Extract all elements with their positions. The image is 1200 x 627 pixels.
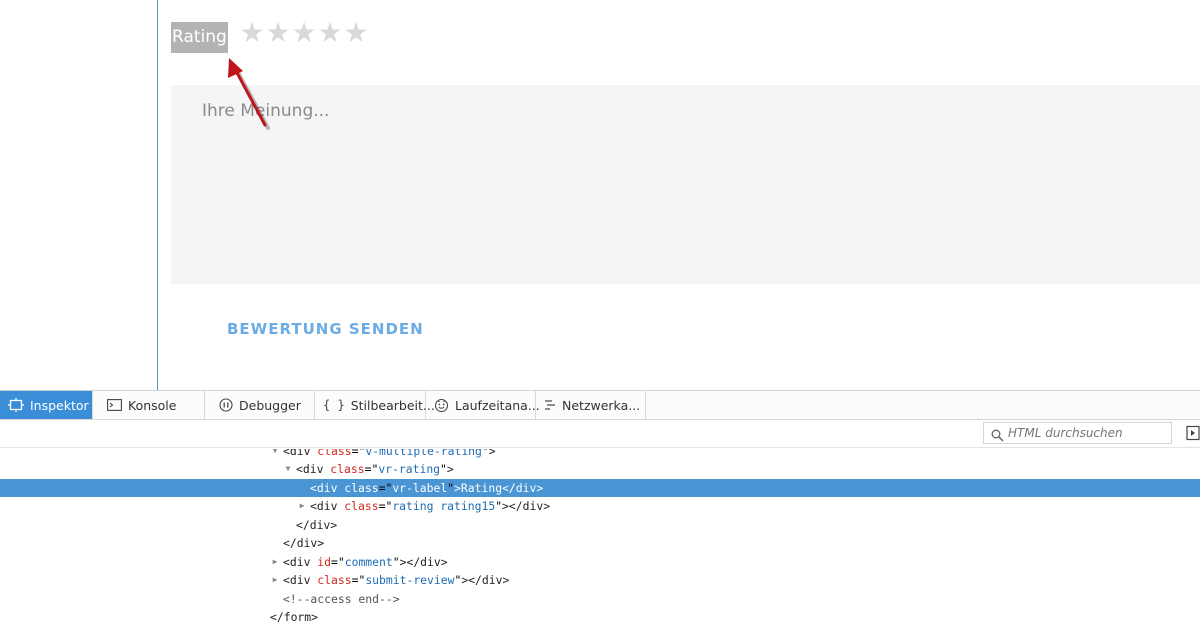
closing-tag: </div>	[296, 518, 338, 532]
attribute-value: comment	[344, 555, 393, 569]
tab-label: Inspektor	[30, 397, 89, 413]
attribute-value: rating rating15	[392, 499, 496, 513]
markup-tree: ▼ <div class="v-multiple-rating"> ▼ <div cl…	[0, 449, 1200, 627]
tag-close-bracket: >	[454, 481, 461, 495]
page-content: Rating ★ ★ ★ ★ ★ BEWERTUNG SENDEN	[0, 0, 1200, 390]
closing-tag: </div>	[406, 555, 448, 569]
markup-node[interactable]: </div>	[0, 516, 1200, 534]
markup-node[interactable]: ▼ <div class="vr-rating">	[0, 460, 1200, 478]
tab-label: Konsole	[128, 397, 177, 413]
devtools-panel: Inspektor Konsole Debugger { } Stilbearb…	[0, 390, 1200, 627]
tag-open-bracket: <	[283, 449, 290, 458]
html-comment: <!--access end-->	[283, 592, 400, 606]
tab-label: Netzwerka...	[562, 397, 641, 413]
tag-open-bracket: <	[283, 573, 290, 587]
tab-debugger[interactable]: Debugger	[205, 391, 315, 419]
tab-label: Laufzeitana...	[455, 397, 540, 413]
tag-open-bracket: <	[310, 499, 317, 513]
rating-label: Rating	[171, 22, 228, 53]
tag-close-bracket: >	[446, 462, 454, 476]
tab-label: Stilbearbeit...	[350, 397, 435, 413]
markup-node[interactable]: </div>	[0, 534, 1200, 552]
attribute-name: class	[344, 481, 379, 495]
markup-node[interactable]: ▶ <div class="rating rating15"></div>	[0, 497, 1200, 515]
inspector-toolbar	[0, 420, 1200, 448]
attribute-name: class	[317, 449, 352, 458]
markup-node[interactable]: </form>	[0, 608, 1200, 626]
tab-inspector[interactable]: Inspektor	[0, 391, 93, 419]
closing-tag: </div>	[283, 536, 325, 550]
twisty-collapsed-icon[interactable]: ▶	[269, 571, 281, 589]
attribute-value: vr-label	[392, 481, 448, 495]
style-editor-icon: { }	[323, 398, 345, 412]
tag-open-bracket: <	[296, 462, 303, 476]
tab-console[interactable]: Konsole	[93, 391, 205, 419]
tag-name: div	[289, 449, 311, 458]
content-left-border	[157, 0, 158, 390]
tag-name: div	[289, 573, 311, 587]
markup-node[interactable]: ▶ <div class="submit-review"></div>	[0, 571, 1200, 589]
tag-name: div	[316, 499, 338, 513]
tag-name: div	[316, 481, 338, 495]
star-icon[interactable]: ★	[265, 18, 291, 48]
closing-tag: </form>	[270, 610, 319, 624]
twisty-collapsed-icon[interactable]: ▶	[269, 553, 281, 571]
tag-name: div	[302, 462, 324, 476]
twisty-expanded-icon[interactable]: ▼	[282, 460, 294, 478]
star-icon[interactable]: ★	[343, 18, 369, 48]
markup-node[interactable]: <div class="vr-label">Rating</div>	[0, 479, 1200, 497]
tag-name: div	[289, 555, 311, 569]
html-search-input[interactable]	[1008, 425, 1166, 441]
html-search-box[interactable]	[983, 422, 1172, 444]
closing-tag: </div>	[508, 499, 551, 513]
markup-node[interactable]: ▼ <div class="v-multiple-rating">	[0, 449, 1200, 460]
star-rating[interactable]: ★ ★ ★ ★ ★	[239, 18, 369, 48]
tag-close-bracket: >	[502, 499, 509, 513]
sidebar-toggle-icon[interactable]	[1186, 425, 1200, 441]
star-icon[interactable]: ★	[291, 18, 317, 48]
attribute-value: v-multiple-rating	[365, 449, 482, 458]
tag-close-bracket: >	[488, 449, 496, 458]
markup-node[interactable]: <!--access end-->	[0, 590, 1200, 608]
tab-network[interactable]: Netzwerka...	[536, 391, 646, 419]
attribute-value: submit-review	[365, 573, 455, 587]
devtools-tab-bar: Inspektor Konsole Debugger { } Stilbearb…	[0, 391, 1200, 420]
markup-node[interactable]: ▶ <div id="comment"></div>	[0, 553, 1200, 571]
twisty-expanded-icon[interactable]: ▼	[269, 449, 281, 460]
closing-tag: </div>	[502, 481, 544, 495]
network-icon	[544, 399, 556, 411]
inspector-icon	[8, 398, 24, 412]
text-node: Rating	[460, 481, 503, 495]
attribute-name: class	[317, 573, 352, 587]
attribute-name: class	[330, 462, 365, 476]
star-icon[interactable]: ★	[317, 18, 343, 48]
comment-textarea[interactable]	[171, 85, 1200, 284]
search-icon	[991, 427, 1004, 446]
tab-style-editor[interactable]: { } Stilbearbeit...	[315, 391, 435, 419]
performance-icon	[434, 398, 449, 412]
tab-performance[interactable]: Laufzeitana...	[426, 391, 540, 419]
attribute-name: class	[344, 499, 379, 513]
tab-label: Debugger	[239, 397, 301, 413]
debugger-icon	[219, 398, 233, 412]
twisty-collapsed-icon[interactable]: ▶	[296, 497, 308, 515]
star-icon[interactable]: ★	[239, 18, 265, 48]
closing-tag: </div>	[468, 573, 510, 587]
tag-open-bracket: <	[310, 481, 317, 495]
attribute-name: id	[317, 555, 332, 569]
console-icon	[107, 399, 122, 411]
attribute-value: vr-rating	[378, 462, 441, 476]
tag-open-bracket: <	[283, 555, 290, 569]
submit-review-button[interactable]: BEWERTUNG SENDEN	[227, 318, 424, 340]
